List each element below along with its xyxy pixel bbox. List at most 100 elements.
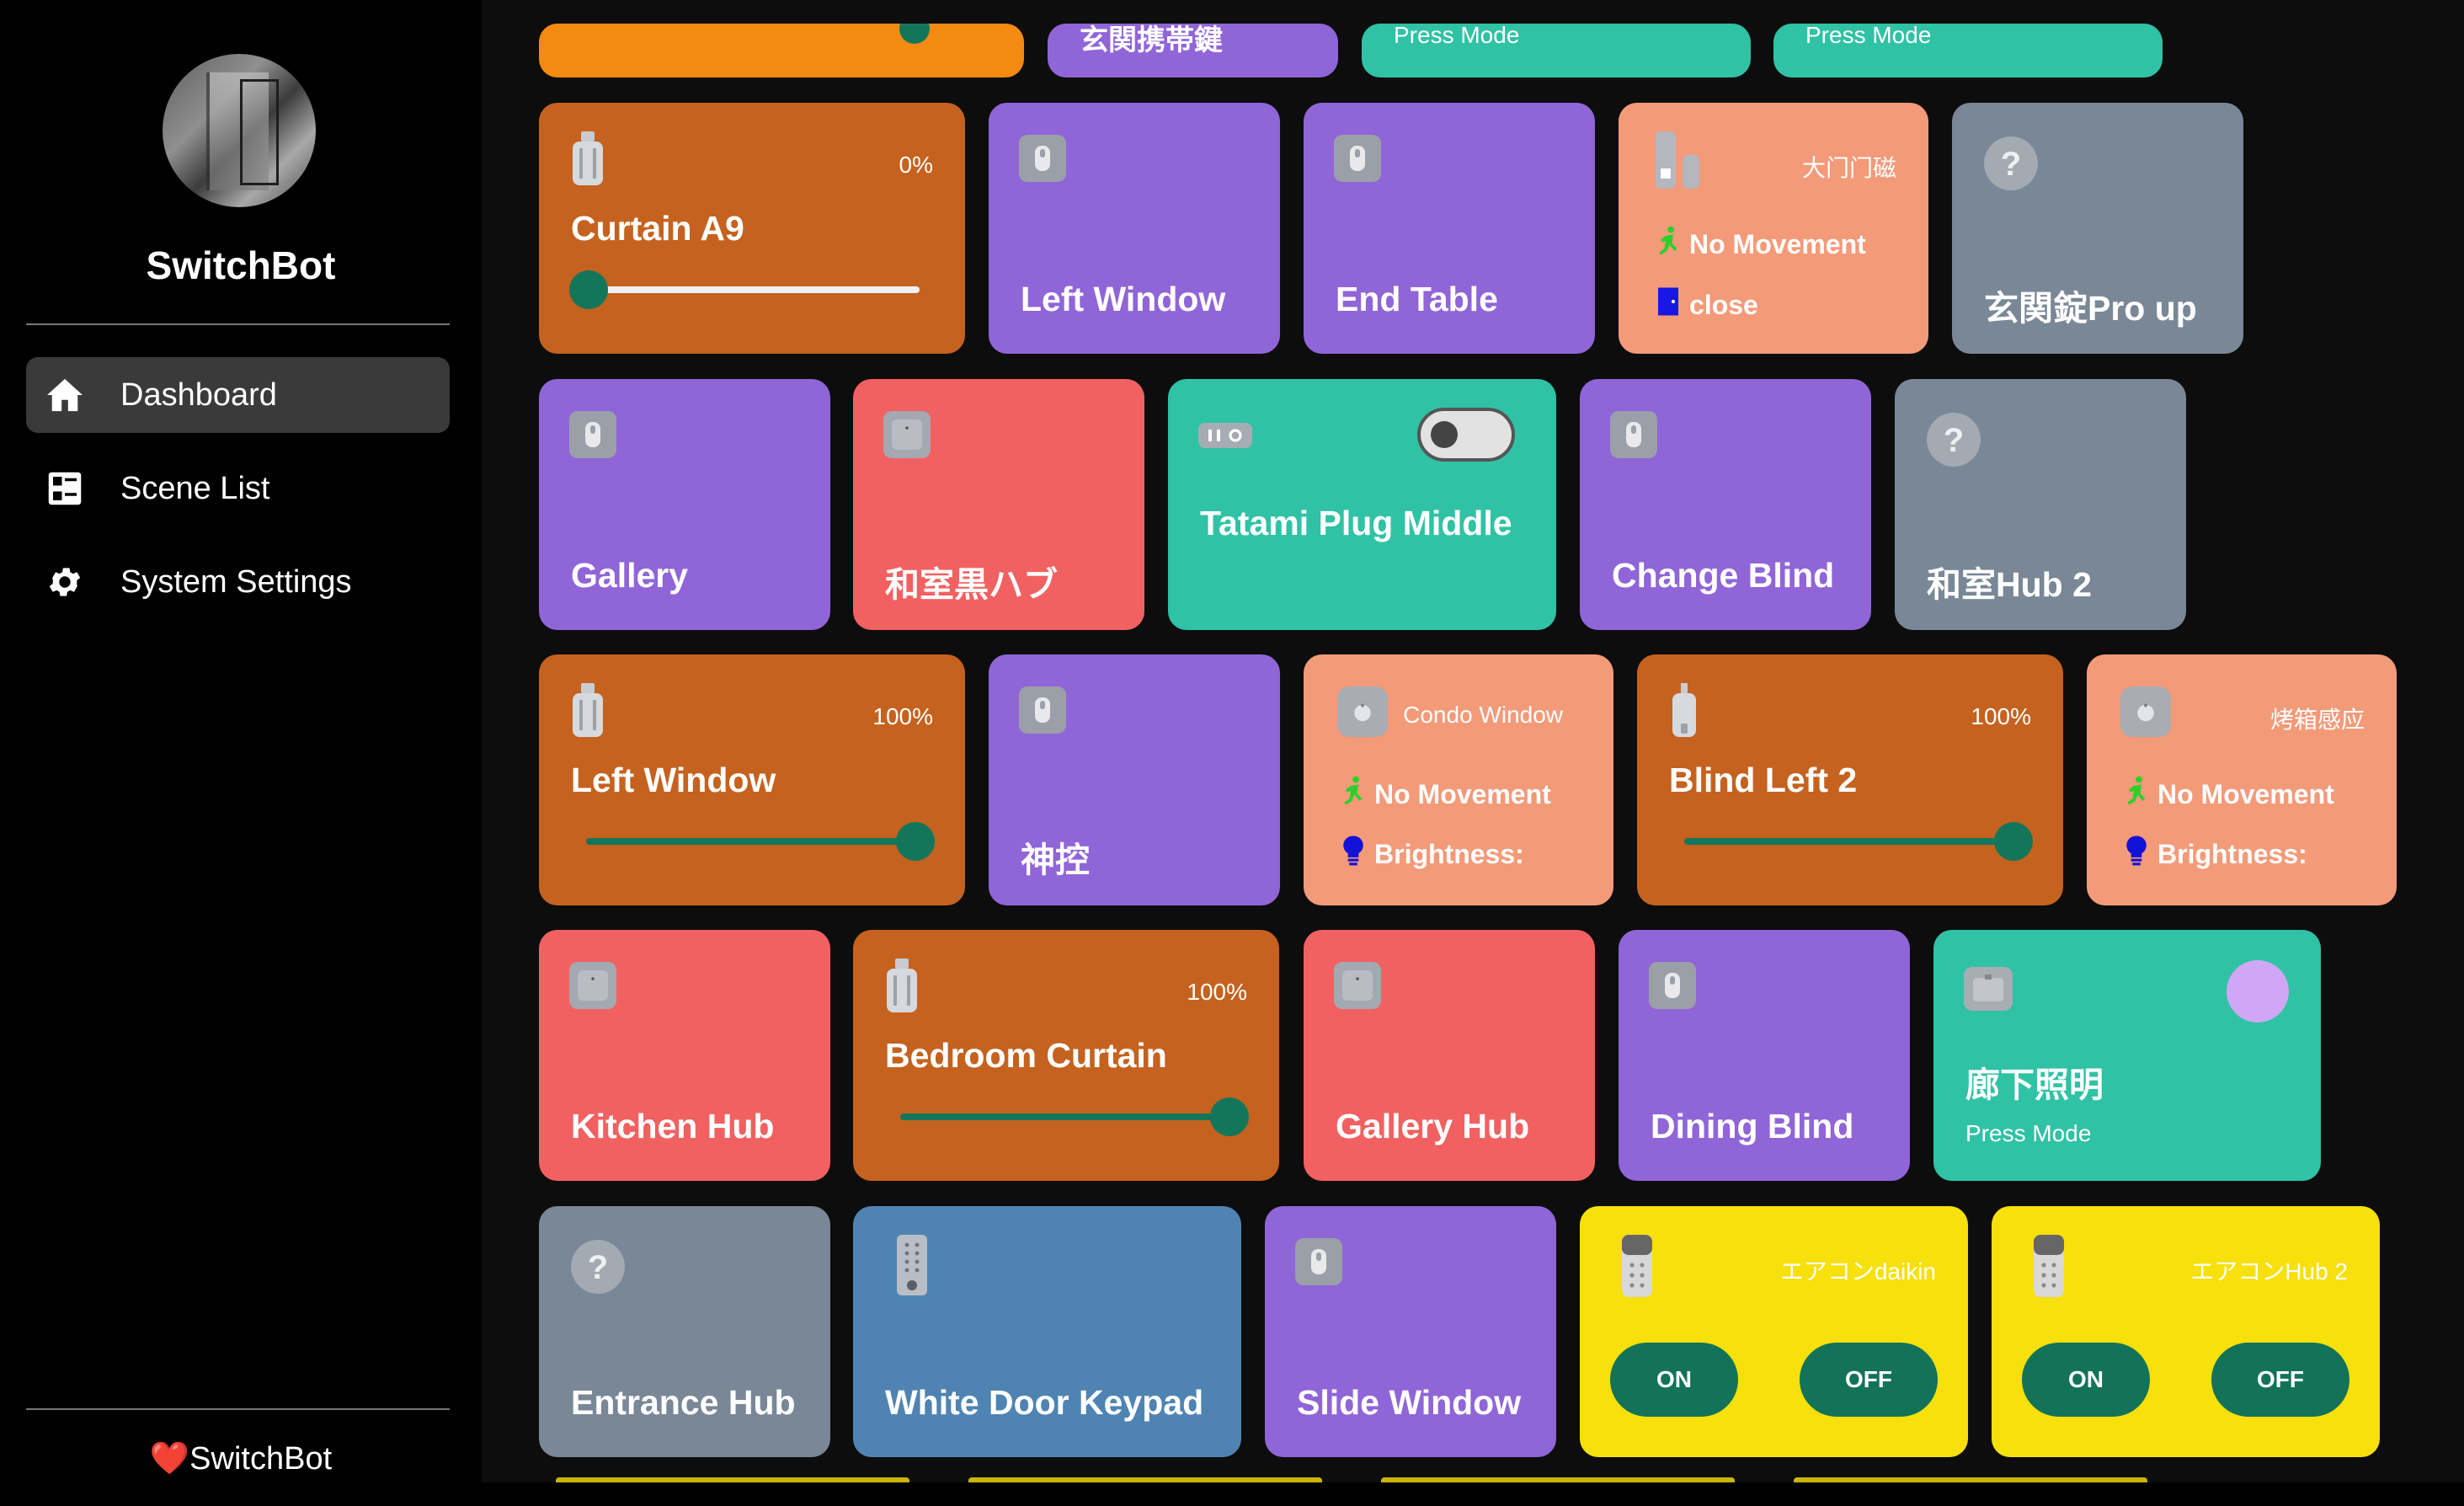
contact-sensor-icon bbox=[1649, 962, 1696, 1009]
contact-sensor-icon bbox=[1610, 411, 1657, 458]
nav-system-settings[interactable]: System Settings bbox=[26, 544, 450, 620]
motion-text: No Movement bbox=[2157, 778, 2334, 809]
contact-sensor-icon bbox=[1019, 135, 1066, 182]
ac-on-button[interactable]: ON bbox=[2022, 1343, 2150, 1417]
tile-ac-hub2[interactable]: エアコンHub 2 ON OFF bbox=[1992, 1206, 2380, 1457]
ac-off-button[interactable]: OFF bbox=[2211, 1343, 2349, 1417]
heart-icon: ❤️ bbox=[149, 1441, 190, 1477]
door-text: close bbox=[1689, 289, 1758, 320]
blind-slider-track[interactable] bbox=[1684, 838, 2018, 845]
nav-label: Dashboard bbox=[120, 376, 277, 413]
tile-genkan-mobile-key[interactable]: 玄関携帯鍵 bbox=[1048, 24, 1338, 77]
curtain-icon bbox=[883, 959, 920, 1020]
tile-change-blind[interactable]: Change Blind bbox=[1580, 379, 1871, 630]
ac-remote-icon bbox=[2034, 1235, 2064, 1301]
tile-name: Gallery Hub bbox=[1336, 1107, 1530, 1146]
tile-name: White Door Keypad bbox=[885, 1383, 1204, 1422]
plug-icon bbox=[1198, 423, 1252, 452]
tile-left-window[interactable]: Left Window bbox=[989, 103, 1280, 354]
tile-mode: Press Mode bbox=[1965, 1120, 2092, 1146]
tile-washitsu-hub2[interactable]: ? 和室Hub 2 bbox=[1895, 379, 2186, 630]
tile-label: 烤箱感应 bbox=[2269, 707, 2365, 733]
brightness-text: Brightness: bbox=[1374, 838, 1524, 869]
curtain-slider-knob[interactable] bbox=[1210, 1097, 1249, 1136]
blind-slider-knob[interactable] bbox=[1994, 822, 2033, 861]
curtain-icon bbox=[569, 683, 606, 745]
tile-white-door-keypad[interactable]: White Door Keypad bbox=[853, 1206, 1241, 1457]
tile-label: エアコンHub 2 bbox=[2190, 1258, 2348, 1284]
tile-washitsu-black-hub[interactable]: 和室黒ハブ bbox=[853, 379, 1144, 630]
nav-label: Scene List bbox=[120, 470, 270, 506]
tile-hallway-light[interactable]: 廊下照明 Press Mode bbox=[1933, 930, 2321, 1181]
nav-dashboard[interactable]: Dashboard bbox=[26, 357, 450, 433]
curtain-slider-track[interactable] bbox=[586, 286, 920, 293]
tile-gallery-hub[interactable]: Gallery Hub bbox=[1304, 930, 1595, 1181]
hub-icon bbox=[1334, 962, 1381, 1009]
tile-dining-blind[interactable]: Dining Blind bbox=[1619, 930, 1910, 1181]
contact-sensor-icon bbox=[569, 411, 616, 458]
hub-icon bbox=[883, 411, 931, 458]
bulb-icon bbox=[1341, 835, 1366, 873]
tile-name: Gallery bbox=[571, 556, 689, 595]
tile-gallery[interactable]: Gallery bbox=[539, 379, 830, 630]
ac-off-button[interactable]: OFF bbox=[1800, 1343, 1938, 1417]
ac-on-button[interactable]: ON bbox=[1610, 1343, 1738, 1417]
tile-oven-sensor[interactable]: 烤箱感应 No Movement Brightness: bbox=[2087, 654, 2397, 905]
motion-status: No Movement bbox=[1341, 776, 1551, 813]
slider-knob[interactable] bbox=[899, 24, 930, 44]
sidebar-footer[interactable]: ❤️SwitchBot bbox=[0, 1440, 482, 1477]
ac-remote-icon bbox=[1622, 1235, 1652, 1301]
nav-scene-list[interactable]: Scene List bbox=[26, 451, 450, 526]
motion-sensor-icon bbox=[2120, 686, 2171, 737]
motion-sensor-icon bbox=[1337, 686, 1388, 737]
question-icon: ? bbox=[1925, 411, 1982, 473]
curtain-slider-track[interactable] bbox=[900, 1113, 1234, 1120]
tile-kitchen-hub[interactable]: Kitchen Hub bbox=[539, 930, 830, 1181]
tile-percent: 100% bbox=[872, 703, 933, 729]
tile-name: End Table bbox=[1336, 280, 1498, 318]
door-sensor-icon bbox=[1656, 131, 1699, 193]
tile-slide-window[interactable]: Slide Window bbox=[1265, 1206, 1556, 1457]
avatar bbox=[163, 54, 316, 207]
sidebar: SwitchBot Dashboard Scene List System Se… bbox=[0, 0, 482, 1506]
tile-bot-press-1[interactable]: Press Mode bbox=[1362, 24, 1751, 77]
tile-top-orange[interactable] bbox=[539, 24, 1024, 77]
tile-ac-daikin[interactable]: エアコンdaikin ON OFF bbox=[1580, 1206, 1968, 1457]
tile-main-door-sensor[interactable]: 大门门磁 No Movement close bbox=[1619, 103, 1928, 354]
tile-end-table[interactable]: End Table bbox=[1304, 103, 1595, 354]
tile-condo-window[interactable]: Condo Window No Movement Brightness: bbox=[1304, 654, 1613, 905]
home-icon bbox=[45, 375, 85, 415]
tile-percent: 100% bbox=[1971, 703, 2031, 729]
tile-name: Change Blind bbox=[1612, 556, 1835, 595]
question-icon: ? bbox=[1982, 135, 2040, 196]
tile-tatami-plug-middle[interactable]: Tatami Plug Middle bbox=[1168, 379, 1556, 630]
tile-bedroom-curtain[interactable]: 100% Bedroom Curtain bbox=[853, 930, 1279, 1181]
tile-name: 和室Hub 2 bbox=[1927, 565, 2092, 604]
svg-text:?: ? bbox=[588, 1249, 608, 1286]
brightness-status: Brightness: bbox=[1341, 835, 1524, 873]
tile-curtain-a9[interactable]: 0% Curtain A9 bbox=[539, 103, 965, 354]
tile-name: 廊下照明 bbox=[1965, 1065, 2104, 1104]
brightness-status: Brightness: bbox=[2124, 835, 2307, 873]
plug-toggle[interactable] bbox=[1417, 408, 1515, 462]
tile-mode: Press Mode bbox=[1805, 24, 1932, 48]
hub-icon bbox=[569, 962, 616, 1009]
motion-status: No Movement bbox=[1656, 226, 1866, 263]
tile-kamidana[interactable]: 神控 bbox=[989, 654, 1280, 905]
curtain-slider-track[interactable] bbox=[586, 838, 920, 845]
tile-left-window-curtain[interactable]: 100% Left Window bbox=[539, 654, 965, 905]
curtain-slider-knob[interactable] bbox=[569, 270, 608, 309]
tile-blind-left-2[interactable]: 100% Blind Left 2 bbox=[1637, 654, 2063, 905]
gear-icon bbox=[45, 562, 85, 602]
sidebar-footer-divider bbox=[26, 1408, 450, 1410]
tile-genkan-lock-pro[interactable]: ? 玄関錠Pro up bbox=[1952, 103, 2243, 354]
bot-press-button[interactable] bbox=[2227, 960, 2289, 1023]
tile-label: エアコンdaikin bbox=[1779, 1258, 1936, 1284]
tile-name: Bedroom Curtain bbox=[885, 1036, 1167, 1075]
list-icon bbox=[45, 468, 85, 509]
running-person-icon bbox=[1341, 776, 1366, 813]
tile-name: Slide Window bbox=[1297, 1383, 1522, 1422]
curtain-slider-knob[interactable] bbox=[896, 822, 935, 861]
tile-entrance-hub[interactable]: ? Entrance Hub bbox=[539, 1206, 830, 1457]
tile-bot-press-2[interactable]: Press Mode bbox=[1773, 24, 2163, 77]
